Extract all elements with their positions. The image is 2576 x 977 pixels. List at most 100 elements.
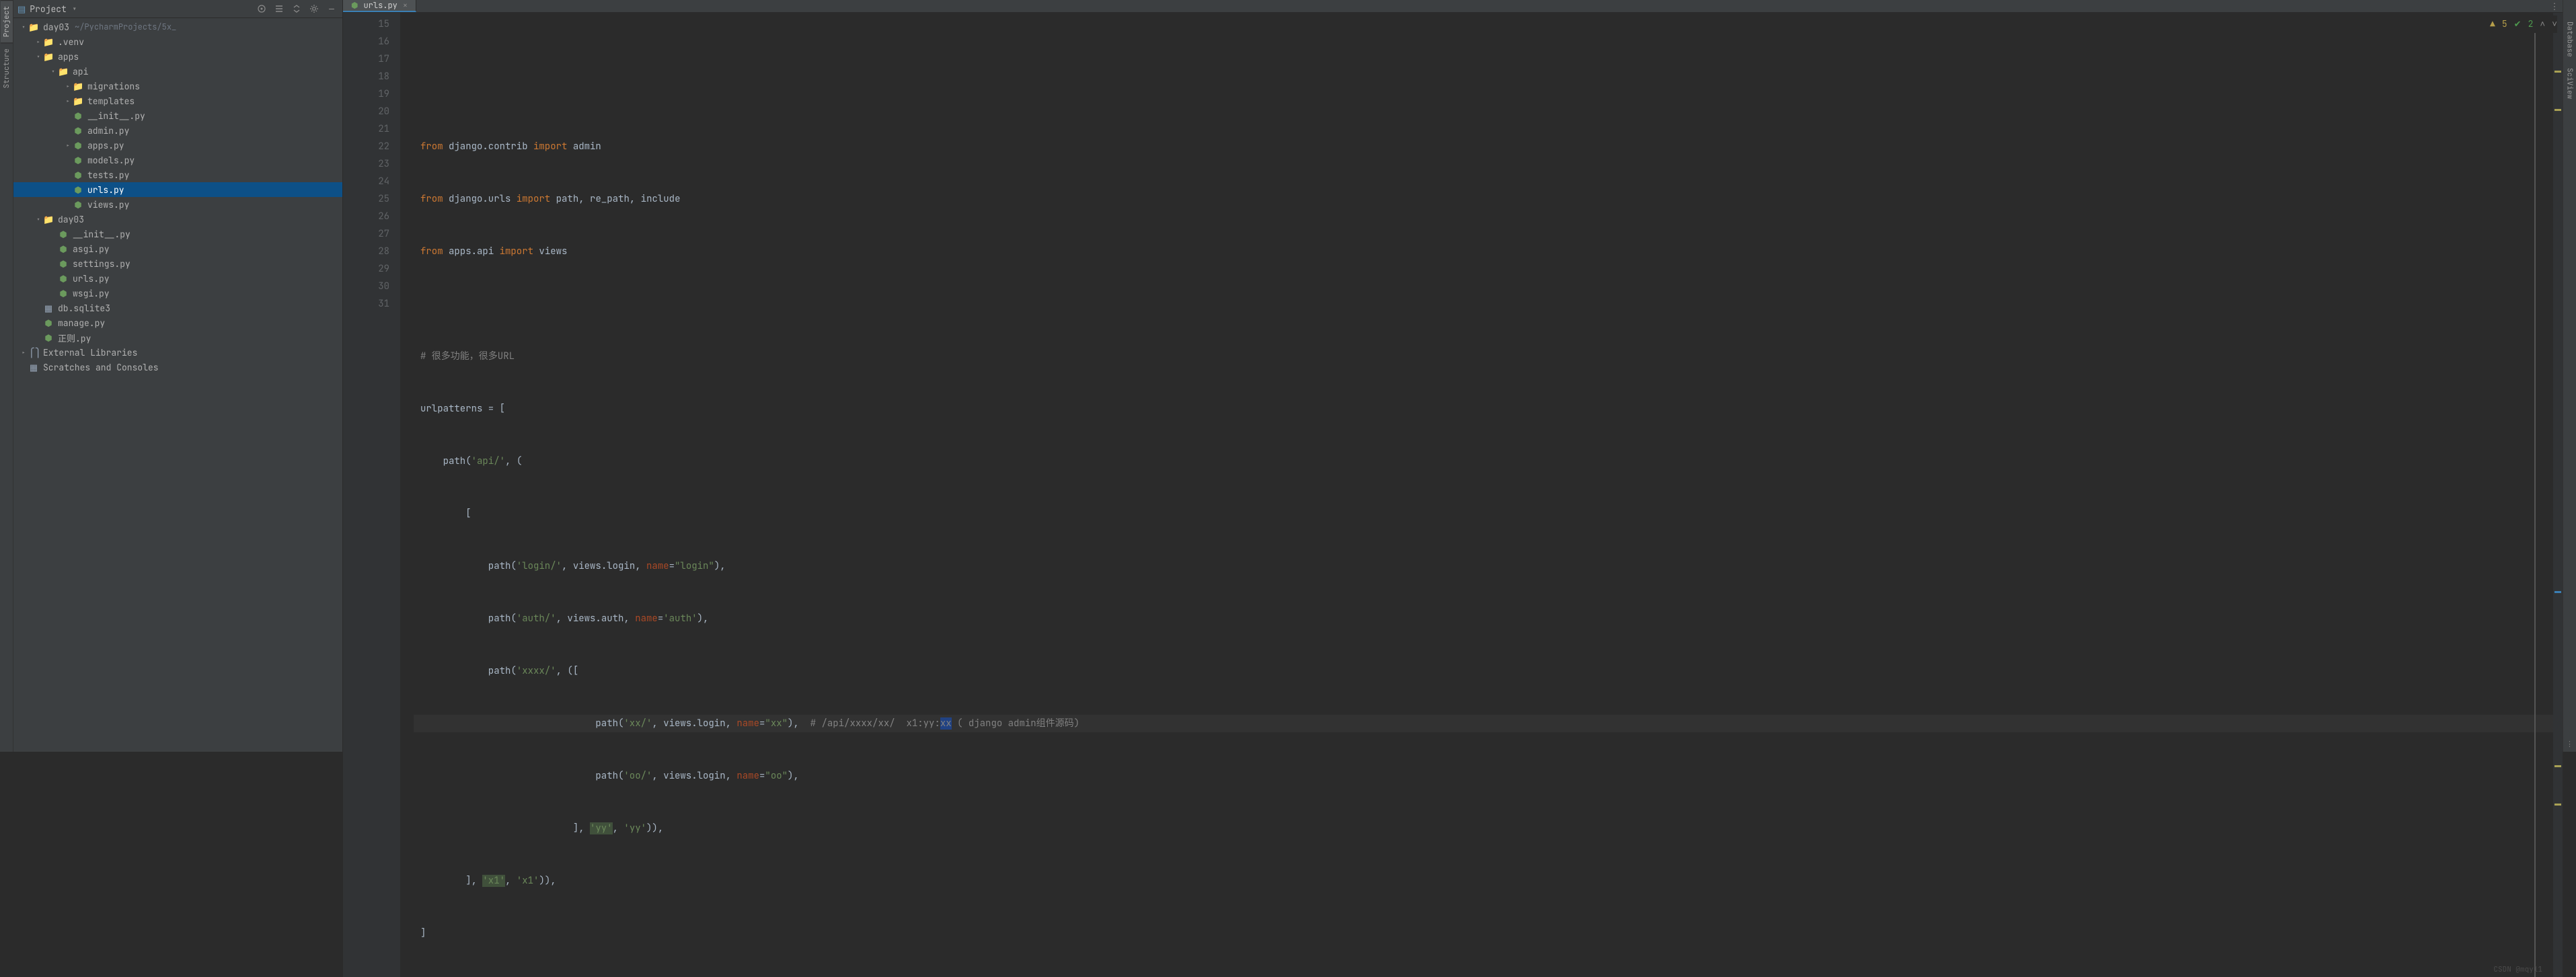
line-number[interactable]: 21 — [343, 120, 389, 138]
line-number[interactable]: 15 — [343, 15, 389, 33]
tree-item[interactable]: ⬢tests.py — [13, 167, 342, 182]
code-line[interactable]: from apps.api import views — [414, 243, 2563, 260]
code-line[interactable]: [ — [414, 505, 2563, 522]
code-line[interactable]: path('xx/', views.login, name="xx"), # /… — [414, 715, 2563, 732]
project-panel-title[interactable]: Project — [30, 3, 67, 15]
code-line[interactable] — [414, 85, 2563, 103]
prev-highlight-icon[interactable]: ˄ — [2540, 15, 2545, 33]
tree-item[interactable]: 📁api — [13, 64, 342, 79]
error-stripe[interactable] — [2553, 13, 2563, 977]
tree-item[interactable]: ⬢__init__.py — [13, 227, 342, 241]
project-view-dropdown-icon[interactable]: ▾ — [72, 3, 77, 15]
sciview-tool-tab[interactable]: SciView — [2564, 63, 2576, 104]
code-line[interactable]: urlpatterns = [ — [414, 400, 2563, 418]
settings-icon[interactable] — [307, 2, 321, 15]
chevron-down-icon[interactable] — [19, 23, 28, 32]
code-line[interactable]: ], 'yy', 'yy')), — [414, 820, 2563, 837]
line-number[interactable]: 16 — [343, 33, 389, 50]
tree-item[interactable]: ⬢wsgi.py — [13, 286, 342, 301]
line-number[interactable]: 23 — [343, 155, 389, 173]
tabbar-more-icon[interactable]: ⋮ — [2546, 0, 2563, 12]
code-line[interactable]: path('login/', views.login, name="login"… — [414, 557, 2563, 575]
code-line[interactable]: path('auth/', views.auth, name='auth'), — [414, 610, 2563, 627]
tree-item[interactable]: 📁templates — [13, 93, 342, 108]
next-highlight-icon[interactable]: ˅ — [2552, 15, 2557, 33]
tree-item[interactable]: ⬢asgi.py — [13, 241, 342, 256]
tree-item[interactable]: 📁migrations — [13, 79, 342, 93]
tree-item[interactable]: ⬢__init__.py — [13, 108, 342, 123]
close-tab-icon[interactable]: × — [403, 0, 408, 11]
tree-item[interactable]: 📁.venv — [13, 34, 342, 49]
code-line[interactable] — [414, 295, 2563, 313]
code-area[interactable]: ▲5 ✔2 ˄ ˅ from django.contrib import adm… — [400, 13, 2563, 977]
tree-item[interactable]: ▦Scratches and Consoles — [13, 360, 342, 375]
line-number[interactable]: 29 — [343, 260, 389, 278]
right-rail-more-icon[interactable]: ⋮ — [2563, 737, 2576, 752]
line-number[interactable]: 27 — [343, 225, 389, 243]
tree-item[interactable]: ⬢apps.py — [13, 138, 342, 153]
line-number[interactable]: 17 — [343, 50, 389, 68]
code-line[interactable]: from django.contrib import admin — [414, 138, 2563, 155]
warning-icon[interactable]: ▲ — [2490, 15, 2495, 33]
tree-item-label: .venv — [58, 36, 84, 48]
tree-item-label: Scratches and Consoles — [43, 362, 159, 373]
code-line[interactable]: path('oo/', views.login, name="oo"), — [414, 767, 2563, 785]
tree-item[interactable]: ⬢正则.py — [13, 330, 342, 345]
chevron-right-icon[interactable] — [34, 38, 43, 46]
expand-all-icon[interactable] — [272, 2, 286, 15]
line-number[interactable]: 20 — [343, 103, 389, 120]
chevron-down-icon[interactable] — [48, 67, 58, 76]
warning-count: 5 — [2502, 15, 2507, 33]
tree-item[interactable]: ⬢urls.py — [13, 182, 342, 197]
tree-item-label: apps — [58, 51, 79, 63]
project-tool-tab[interactable]: Project — [1, 0, 13, 42]
line-number[interactable]: 22 — [343, 138, 389, 155]
line-gutter[interactable]: 1516171819202122232425262728293031 — [343, 13, 400, 977]
hide-panel-icon[interactable]: — — [325, 2, 338, 15]
project-tree[interactable]: 📁day03~/PycharmProjects/5x_📁.venv📁apps📁a… — [13, 18, 342, 752]
code-line[interactable]: path('xxxx/', ([ — [414, 662, 2563, 680]
right-margin-ruler — [2534, 31, 2536, 977]
code-line[interactable]: from django.urls import path, re_path, i… — [414, 190, 2563, 208]
tree-item[interactable]: ⬢manage.py — [13, 315, 342, 330]
line-number[interactable]: 25 — [343, 190, 389, 208]
tree-item[interactable]: ⬢admin.py — [13, 123, 342, 138]
chevron-down-icon[interactable] — [34, 52, 43, 61]
tree-item-path: ~/PycharmProjects/5x_ — [75, 22, 176, 32]
inspections-widget[interactable]: ▲5 ✔2 ˄ ˅ — [2490, 15, 2557, 33]
tree-item[interactable]: ⬢models.py — [13, 153, 342, 167]
line-number[interactable]: 30 — [343, 278, 389, 295]
tree-item[interactable]: 📁day03 — [13, 212, 342, 227]
tree-item-label: __init__.py — [73, 229, 130, 240]
tree-item[interactable]: ⬢urls.py — [13, 271, 342, 286]
line-number[interactable]: 24 — [343, 173, 389, 190]
chevron-down-icon[interactable] — [34, 215, 43, 224]
collapse-all-icon[interactable] — [290, 2, 303, 15]
code-line[interactable]: path('api/', ( — [414, 453, 2563, 470]
tree-item[interactable]: 📁day03~/PycharmProjects/5x_ — [13, 19, 342, 34]
ok-icon[interactable]: ✔ — [2514, 15, 2522, 33]
code-line[interactable]: ], 'x1', 'x1')), — [414, 872, 2563, 890]
structure-tool-tab[interactable]: Structure — [1, 42, 13, 93]
code-line[interactable]: # 很多功能，很多URL — [414, 348, 2563, 365]
tree-item[interactable]: 📁apps — [13, 49, 342, 64]
tree-item[interactable]: ⬢settings.py — [13, 256, 342, 271]
editor-tab[interactable]: ⬢ urls.py × — [343, 0, 416, 12]
line-number[interactable]: 28 — [343, 243, 389, 260]
tree-item[interactable]: ▦db.sqlite3 — [13, 301, 342, 315]
tree-item[interactable]: ⎧⎫External Libraries — [13, 345, 342, 360]
chevron-right-icon[interactable] — [63, 97, 73, 106]
code-line[interactable]: ] — [414, 925, 2563, 942]
line-number[interactable]: 18 — [343, 68, 389, 85]
select-opened-file-icon[interactable] — [255, 2, 268, 15]
tree-item[interactable]: ⬢views.py — [13, 197, 342, 212]
database-tool-tab[interactable]: Database — [2564, 16, 2576, 63]
line-number[interactable]: 31 — [343, 295, 389, 313]
line-number[interactable]: 19 — [343, 85, 389, 103]
chevron-right-icon[interactable] — [19, 348, 28, 357]
tree-item-label: manage.py — [58, 317, 105, 329]
chevron-right-icon[interactable] — [63, 82, 73, 91]
line-number[interactable]: 26 — [343, 208, 389, 225]
chevron-right-icon[interactable] — [63, 141, 73, 150]
right-tool-rail: Database SciView ⋮ — [2563, 0, 2576, 752]
